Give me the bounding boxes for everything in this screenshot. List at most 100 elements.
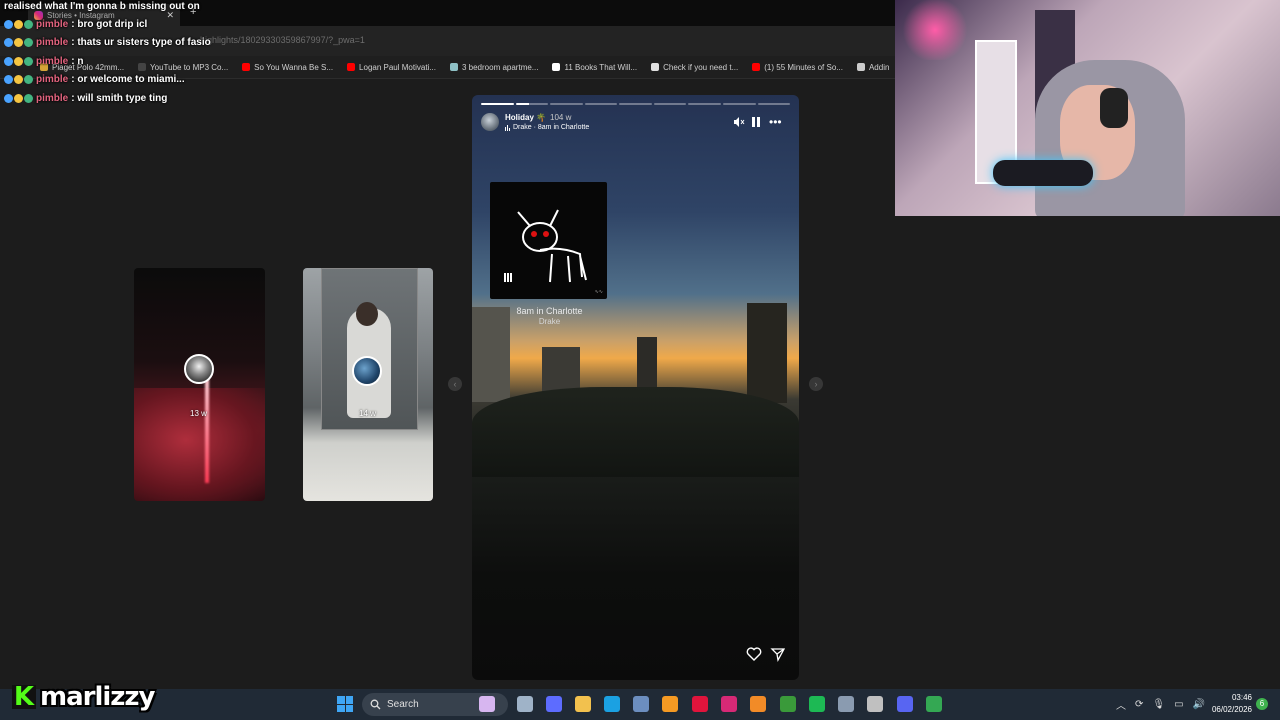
bookmark-favicon-icon bbox=[552, 63, 561, 71]
mute-icon[interactable] bbox=[733, 116, 745, 128]
notification-badge[interactable]: 6 bbox=[1256, 698, 1268, 710]
chat-username[interactable]: pimble bbox=[36, 74, 68, 85]
chat-username[interactable]: pimble bbox=[36, 93, 68, 104]
story-preview-1-avatar bbox=[184, 354, 214, 384]
story-avatar[interactable] bbox=[481, 113, 499, 131]
bookmark-item[interactable]: Check if you need t... bbox=[651, 63, 738, 72]
chat-text: : will smith type ting bbox=[71, 92, 168, 104]
zoom-icon[interactable] bbox=[546, 696, 562, 712]
task-view-icon[interactable] bbox=[517, 696, 533, 712]
sync-icon[interactable]: ⟳ bbox=[1135, 699, 1143, 710]
app-orange-icon[interactable] bbox=[662, 696, 678, 712]
chat-text: : n bbox=[71, 55, 84, 67]
chat-message: pimble: will smith type ting bbox=[4, 90, 167, 106]
story-progress-segment bbox=[722, 103, 756, 105]
bookmark-item[interactable]: 3 bedroom apartme... bbox=[449, 63, 538, 72]
bookmark-label: (1) 55 Minutes of So... bbox=[764, 62, 843, 72]
chat-message-partial: realised what I'm gonna b missing out on bbox=[4, 1, 200, 12]
xbox-icon[interactable] bbox=[780, 696, 796, 712]
previous-story-arrow-icon[interactable]: ‹ bbox=[448, 377, 462, 391]
pink-lamp bbox=[900, 0, 970, 60]
bookmark-item[interactable]: Addin bbox=[856, 62, 890, 72]
story-song-line[interactable]: Drake · 8am in Charlotte bbox=[505, 124, 589, 131]
card-pause-icon[interactable] bbox=[504, 273, 512, 282]
windows-start-icon[interactable] bbox=[337, 696, 353, 712]
person-head bbox=[356, 302, 378, 326]
bookmark-item[interactable]: Logan Paul Motivati... bbox=[347, 63, 436, 72]
taskbar-clock[interactable]: 03:46 06/02/2026 bbox=[1204, 692, 1252, 716]
story-username[interactable]: Holiday 🌴 bbox=[505, 113, 546, 122]
bookmark-label: 11 Books That Will... bbox=[564, 62, 638, 72]
more-options-icon[interactable]: ••• bbox=[769, 115, 782, 129]
app-status-icon[interactable] bbox=[867, 696, 883, 712]
share-send-icon[interactable] bbox=[770, 646, 786, 667]
chat-text: : thats ur sisters type of fasio bbox=[71, 37, 211, 48]
story-progress-segment bbox=[584, 103, 618, 105]
bookmark-favicon-icon bbox=[449, 63, 458, 71]
story-preview-1-time: 13 w bbox=[190, 409, 207, 418]
chat-username[interactable]: pimble bbox=[36, 19, 68, 30]
clock-time: 03:46 bbox=[1231, 693, 1252, 702]
bookmark-label: Logan Paul Motivati... bbox=[359, 62, 436, 72]
chat-message: pimble: bro got drip icl bbox=[4, 16, 147, 32]
settings-icon[interactable] bbox=[838, 696, 854, 712]
song-line-text: Drake · 8am in Charlotte bbox=[513, 124, 590, 131]
story-progress-segment bbox=[619, 103, 652, 105]
chat-badges-icon bbox=[4, 38, 33, 47]
adobe-icon[interactable] bbox=[750, 696, 766, 712]
pause-icon[interactable] bbox=[752, 116, 762, 128]
webcam-feed bbox=[895, 0, 1280, 216]
music-sticker-title: 8am in Charlotte bbox=[516, 306, 583, 316]
system-tray: ︿ ⟳ 🎙 ▭ 🔊 bbox=[1116, 689, 1205, 720]
file-explorer-icon[interactable] bbox=[575, 696, 591, 712]
clock-date: 06/02/2026 bbox=[1211, 705, 1252, 714]
edge-icon[interactable] bbox=[604, 696, 620, 712]
store-icon[interactable] bbox=[633, 696, 649, 712]
story-progress-segment bbox=[481, 103, 514, 105]
chat-message: pimble: or welcome to miami... bbox=[4, 72, 185, 88]
paint-icon[interactable] bbox=[479, 696, 495, 712]
bookmark-favicon-icon bbox=[752, 63, 761, 71]
music-sticker[interactable]: ∿∿ bbox=[490, 182, 607, 299]
kick-logo-icon: K bbox=[12, 682, 36, 712]
story-preview-2-time: 14 w bbox=[359, 409, 376, 418]
chat-badges-icon bbox=[4, 19, 33, 29]
music-sticker-artist: Drake bbox=[538, 317, 561, 326]
streamer-logo: K marlizzy bbox=[12, 682, 155, 712]
chat-overlay: realised what I'm gonna b missing out on… bbox=[0, 0, 342, 104]
bookmark-label: Addin bbox=[868, 62, 890, 72]
spotify-icon[interactable] bbox=[809, 696, 825, 712]
search-icon bbox=[370, 699, 381, 710]
bookmark-item[interactable]: 11 Books That Will... bbox=[552, 63, 637, 72]
chat-username[interactable]: pimble bbox=[36, 56, 68, 67]
story-preview-1[interactable] bbox=[134, 268, 265, 501]
microphone-icon[interactable]: 🎙 bbox=[1152, 699, 1165, 710]
network-icon[interactable]: ▭ bbox=[1174, 699, 1183, 710]
trees bbox=[472, 387, 799, 477]
light-beam bbox=[205, 373, 209, 483]
story-viewer[interactable]: Holiday 🌴 104 w Drake · 8am in Charlotte… bbox=[472, 95, 799, 680]
story-progress-segment bbox=[653, 103, 687, 105]
headphones bbox=[1100, 88, 1128, 128]
discord-icon[interactable] bbox=[897, 696, 913, 712]
opera-icon[interactable] bbox=[692, 696, 708, 712]
building-right bbox=[747, 303, 787, 403]
instagram-icon[interactable] bbox=[721, 696, 737, 712]
story-progress-segment bbox=[550, 103, 583, 105]
next-story-arrow-icon[interactable]: › bbox=[809, 377, 823, 391]
chat-badges-icon bbox=[4, 56, 33, 66]
streamer-name: marlizzy bbox=[40, 682, 155, 712]
story-progress-segment bbox=[688, 103, 721, 105]
bookmark-item[interactable]: (1) 55 Minutes of So... bbox=[752, 63, 843, 72]
story-age: 104 w bbox=[550, 113, 572, 122]
chat-text: : bro got drip icl bbox=[71, 18, 148, 30]
microphone bbox=[993, 160, 1093, 186]
bookmark-favicon-icon bbox=[347, 63, 356, 71]
chrome-icon[interactable] bbox=[926, 696, 942, 712]
search-label: Search bbox=[387, 699, 419, 710]
chevron-up-icon[interactable]: ︿ bbox=[1116, 697, 1126, 712]
story-progress-segment bbox=[515, 103, 549, 105]
chat-username[interactable]: pimble bbox=[36, 37, 68, 48]
windows-taskbar: Search ︿ ⟳ 🎙 ▭ 🔊 03:46 06/02/2026 6 bbox=[0, 689, 1280, 720]
like-heart-icon[interactable] bbox=[746, 646, 762, 667]
